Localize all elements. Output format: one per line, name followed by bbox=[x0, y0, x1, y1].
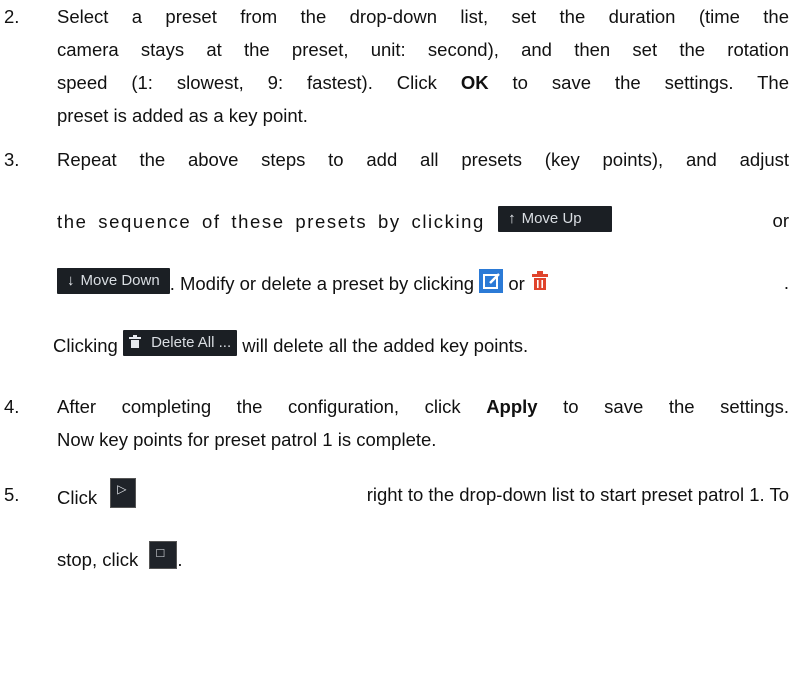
step-text-line: Now key points for preset patrol 1 is co… bbox=[57, 429, 436, 451]
step-text-line: Click ▷ right to the drop-down list to s… bbox=[57, 478, 789, 514]
step-text: or bbox=[508, 272, 525, 294]
delete-icon[interactable] bbox=[530, 269, 550, 293]
step-text: right to the drop-down list to start pre… bbox=[366, 484, 789, 505]
step-text: . bbox=[177, 548, 183, 570]
step-text-line: the sequence of these presets by clickin… bbox=[57, 206, 789, 236]
step-text: or bbox=[772, 210, 789, 231]
step-text-line: ↓ Move Down . Modify or delete a preset b… bbox=[57, 268, 789, 298]
step-text: will delete all the added key points. bbox=[242, 334, 529, 356]
step-text-line: After completing the configuration, clic… bbox=[57, 396, 789, 418]
stop-icon: □ bbox=[156, 545, 165, 560]
step-text: stop, click bbox=[57, 548, 139, 570]
delete-all-button[interactable]: Delete All ... bbox=[122, 330, 238, 356]
delete-all-label: Delete All ... bbox=[151, 334, 232, 351]
trash-icon bbox=[128, 334, 145, 351]
step-text: the sequence of these presets by clickin… bbox=[57, 210, 485, 232]
move-down-button[interactable]: ↓ Move Down bbox=[57, 268, 170, 294]
step-text: Select a preset from the drop-down list,… bbox=[57, 6, 789, 27]
play-icon: ▷ bbox=[117, 482, 127, 496]
apply-label: Apply bbox=[486, 396, 538, 417]
stop-button[interactable]: □ bbox=[149, 541, 178, 569]
step-text-line: Repeat the above steps to add all preset… bbox=[57, 149, 789, 171]
ok-label: OK bbox=[460, 72, 489, 93]
step-text-line: Clicking Delete All ... will delete all … bbox=[53, 330, 529, 360]
play-button[interactable]: ▷ bbox=[110, 478, 137, 508]
step-text-line: camera stays at the preset, unit: second… bbox=[57, 39, 789, 61]
step-text: After completing the configuration, clic… bbox=[57, 396, 461, 417]
step-text-line: stop, click □ . bbox=[57, 541, 183, 575]
step-text-line: Select a preset from the drop-down list,… bbox=[57, 6, 789, 28]
step-text-line: preset is added as a key point. bbox=[57, 105, 308, 127]
step-text: camera stays at the preset, unit: second… bbox=[57, 39, 789, 60]
step-text: Repeat the above steps to add all preset… bbox=[57, 149, 789, 170]
step-text: to save the settings. The bbox=[512, 72, 789, 93]
step-text-line: speed (1: slowest, 9: fastest). Click OK… bbox=[57, 72, 789, 94]
move-up-label: Move Up bbox=[521, 210, 582, 227]
step-text: to save the settings. bbox=[563, 396, 790, 417]
step-text: Now key points for preset patrol 1 is co… bbox=[57, 429, 437, 450]
step-number: 5. bbox=[4, 484, 20, 505]
step-text: Clicking bbox=[53, 334, 118, 356]
move-down-label: Move Down bbox=[80, 272, 160, 289]
arrow-down-icon: ↓ bbox=[67, 272, 75, 289]
step-text: preset is added as a key point. bbox=[57, 105, 308, 126]
edit-icon[interactable] bbox=[479, 269, 504, 293]
document-page: 2. Select a preset from the drop-down li… bbox=[0, 0, 802, 697]
move-up-button[interactable]: ↑ Move Up bbox=[498, 206, 613, 232]
arrow-up-icon: ↑ bbox=[508, 210, 516, 227]
step-number: 2. bbox=[4, 6, 20, 27]
step-text: . Modify or delete a preset by clicking bbox=[169, 272, 475, 294]
step-number: 4. bbox=[4, 396, 20, 417]
step-number: 3. bbox=[4, 149, 20, 170]
step-text: Click bbox=[57, 486, 98, 508]
step-text: . bbox=[783, 272, 789, 293]
step-text: speed (1: slowest, 9: fastest). Click bbox=[57, 72, 437, 93]
